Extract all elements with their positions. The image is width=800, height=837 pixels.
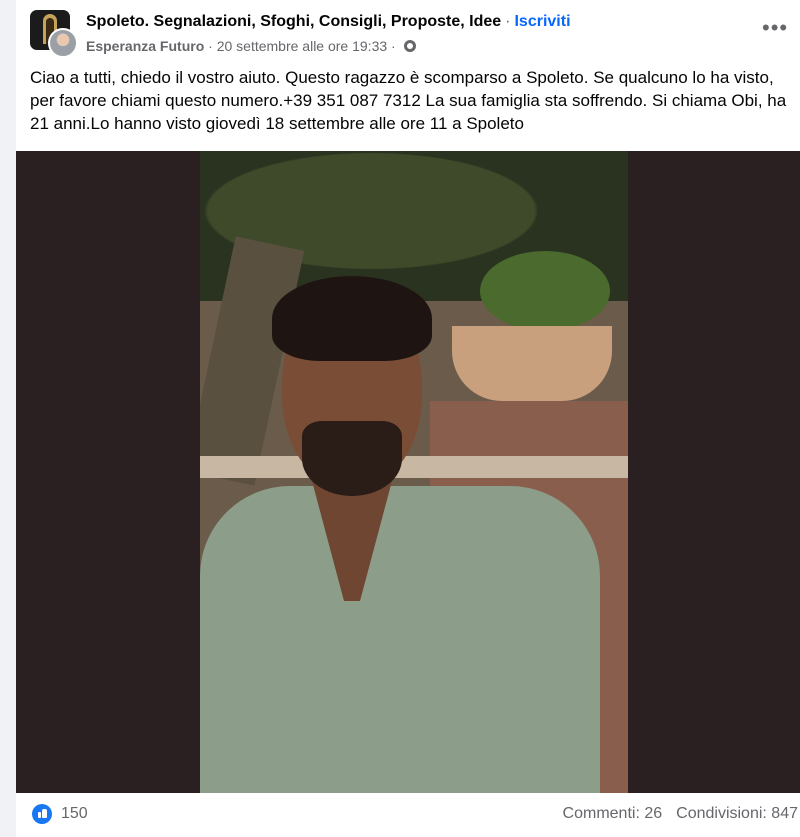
author-name-link[interactable]: Esperanza Futuro <box>86 38 204 54</box>
like-reaction-icon[interactable] <box>32 804 52 824</box>
post-photo-container[interactable] <box>16 151 800 793</box>
globe-icon <box>403 40 416 52</box>
post-card: Spoleto. Segnalazioni, Sfoghi, Consigli,… <box>16 0 800 837</box>
author-avatar[interactable] <box>48 28 78 58</box>
post-footer: 150 Commenti: 26 Condivisioni: 847 <box>16 793 800 837</box>
photo-plant <box>480 251 610 331</box>
photo-ledge <box>200 456 628 478</box>
photo-beard <box>302 421 402 496</box>
like-count[interactable]: 150 <box>61 805 88 823</box>
comments-count[interactable]: Commenti: 26 <box>563 805 663 822</box>
meta-separator: · <box>208 38 213 54</box>
group-title-line: Spoleto. Segnalazioni, Sfoghi, Consigli,… <box>86 13 571 31</box>
title-separator: · <box>505 13 511 30</box>
shares-count[interactable]: Condivisioni: 847 <box>676 805 798 822</box>
post-timestamp[interactable]: 20 settembre alle ore 19:33 <box>217 38 387 54</box>
post-header: Spoleto. Segnalazioni, Sfoghi, Consigli,… <box>16 0 800 62</box>
group-name-link[interactable]: Spoleto. Segnalazioni, Sfoghi, Consigli,… <box>86 13 501 30</box>
post-meta: Esperanza Futuro · 20 settembre alle ore… <box>86 38 416 54</box>
post-photo[interactable] <box>200 151 628 793</box>
photo-shirt <box>200 486 600 793</box>
photo-flower-pot <box>452 326 612 401</box>
join-group-link[interactable]: Iscriviti <box>514 13 570 30</box>
post-stats: Commenti: 26 Condivisioni: 847 <box>563 805 798 823</box>
photo-hair <box>272 276 432 361</box>
meta-separator-2: · <box>391 38 396 54</box>
post-text: Ciao a tutti, chiedo il vostro aiuto. Qu… <box>30 68 787 133</box>
more-options-button[interactable]: ••• <box>762 17 788 44</box>
